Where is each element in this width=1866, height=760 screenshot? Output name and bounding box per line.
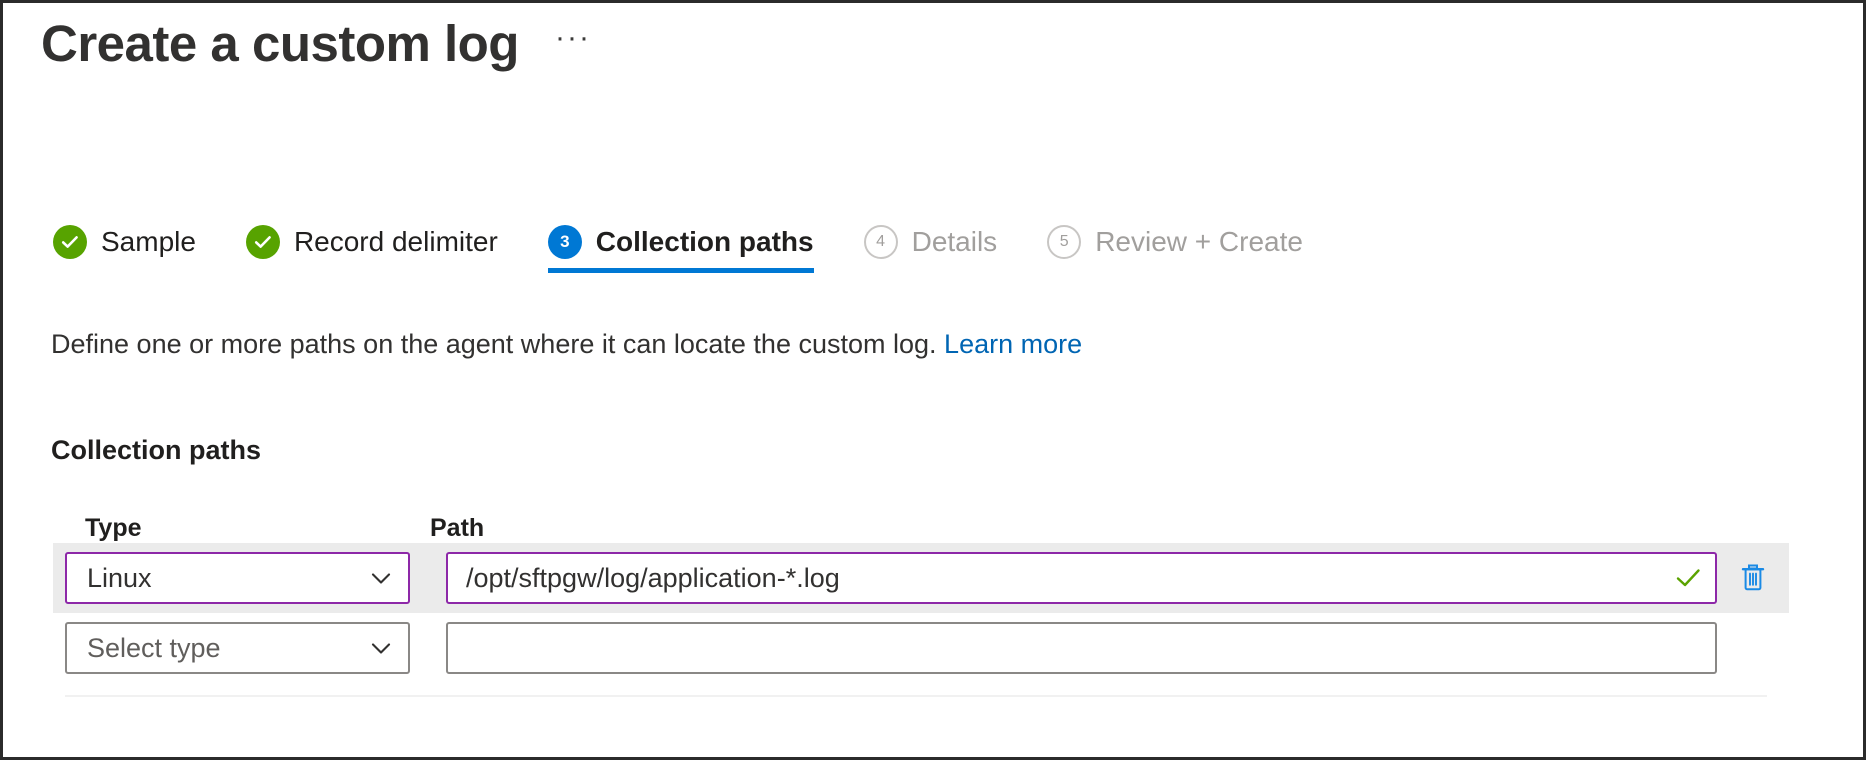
type-dropdown-value: Select type (87, 632, 221, 663)
cell-type: Select type (65, 622, 430, 674)
column-header-path: Path (430, 514, 485, 542)
check-icon (245, 225, 280, 259)
wizard-step-sample[interactable]: Sample (53, 225, 222, 273)
wizard-steps: Sample Record delimiter 3 Collection pat… (53, 225, 1329, 273)
wizard-step-label: Collection paths (595, 226, 814, 257)
checkmark-icon (1673, 563, 1703, 593)
check-icon (53, 225, 87, 259)
collection-paths-table: Type Path Linux /opt/sftpgw/log/applicat… (53, 501, 1789, 697)
ellipsis-icon[interactable]: ··· (549, 19, 597, 69)
cell-path (430, 622, 1717, 674)
wizard-step-collection-paths[interactable]: 3 Collection paths (547, 225, 840, 273)
chevron-down-icon (366, 633, 396, 663)
wizard-step-label: Record delimiter (293, 226, 498, 257)
wizard-step-label: Details (911, 226, 998, 257)
table-bottom-divider (65, 695, 1767, 697)
active-step-underline (547, 268, 814, 273)
table-column-headers: Type Path (53, 501, 1789, 543)
cell-path (430, 552, 1717, 604)
trash-icon (1736, 560, 1770, 597)
type-dropdown[interactable]: Select type (65, 622, 410, 674)
chevron-down-icon (366, 563, 396, 593)
path-input-wrapper[interactable] (446, 552, 1717, 604)
table-row: Select type (53, 613, 1789, 683)
description-text: Define one or more paths on the agent wh… (51, 329, 1082, 360)
cell-type: Linux (65, 552, 430, 604)
type-dropdown[interactable]: Linux (65, 552, 410, 604)
column-header-type: Type (85, 514, 142, 542)
title-row: Create a custom log ··· (41, 17, 597, 71)
wizard-step-record-delimiter[interactable]: Record delimiter (245, 225, 524, 273)
step-number-badge: 4 (863, 225, 898, 259)
section-title-collection-paths: Collection paths (51, 435, 262, 465)
cell-actions (1717, 556, 1789, 600)
wizard-step-review-create[interactable]: 5 Review + Create (1047, 225, 1329, 273)
wizard-step-label: Sample (101, 226, 196, 257)
step-number-badge: 3 (547, 225, 582, 259)
path-input-wrapper[interactable] (446, 622, 1717, 674)
type-dropdown-value: Linux (87, 562, 152, 593)
page-title: Create a custom log (41, 15, 519, 72)
path-input[interactable] (466, 632, 1665, 664)
create-custom-log-blade: Create a custom log ··· Sample Record de… (0, 0, 1866, 760)
learn-more-link[interactable]: Learn more (944, 329, 1082, 359)
table-row: Linux (53, 543, 1789, 613)
description-sentence: Define one or more paths on the agent wh… (51, 329, 937, 359)
wizard-step-details[interactable]: 4 Details (863, 225, 1024, 273)
delete-row-button[interactable] (1731, 556, 1775, 600)
step-number-badge: 5 (1047, 225, 1082, 259)
wizard-step-label: Review + Create (1095, 226, 1303, 257)
path-input[interactable] (466, 562, 1665, 594)
